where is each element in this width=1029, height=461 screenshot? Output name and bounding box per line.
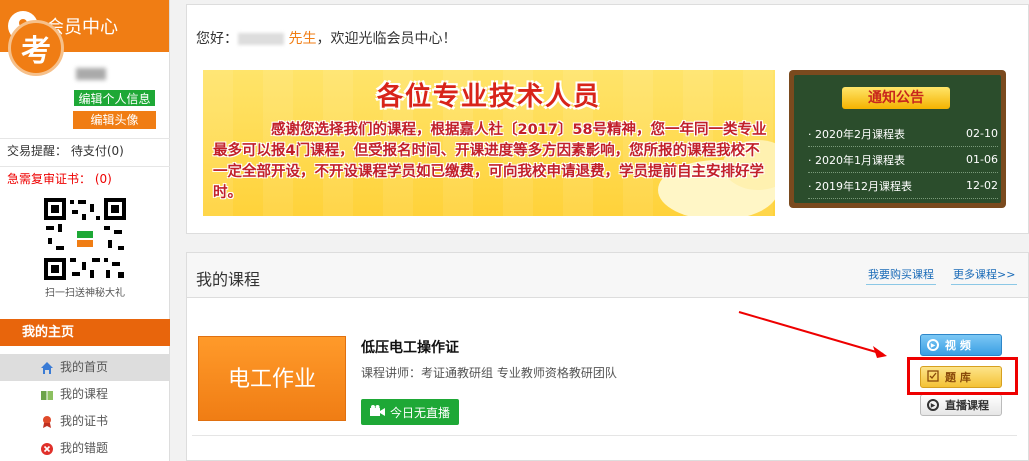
nav-label: 我的首页 <box>60 360 109 374</box>
trade-reminder[interactable]: 交易提醒： 待支付(0) <box>0 138 170 162</box>
more-courses-link[interactable]: 更多课程>> <box>951 266 1018 285</box>
notice-item[interactable]: · 2020年2月课程表 02-10 <box>808 121 998 147</box>
badge-icon <box>40 415 54 429</box>
greeting-title: 先生 <box>288 31 317 47</box>
nav-my-certificates[interactable]: 我的证书 <box>0 408 170 435</box>
book-icon <box>40 388 54 402</box>
my-home-section: 我的主页 <box>0 319 170 346</box>
pointer-arrow-icon <box>738 311 887 358</box>
play-icon: ▶ <box>927 399 939 411</box>
edit-avatar-button[interactable]: 编辑头像 <box>73 111 156 129</box>
notice-label: · 2020年2月课程表 <box>808 127 905 141</box>
announcement-banner: 各位专业技术人员 感谢您选择我们的课程，根据嘉人社〔2017〕58号精神，您一年… <box>203 70 775 216</box>
live-course-button[interactable]: ▶ 直播课程 <box>920 394 1002 416</box>
qr-caption: 扫一扫送神秘大礼 <box>45 288 125 299</box>
qr-code <box>42 196 128 282</box>
notice-board: 通知公告 · 2020年2月课程表 02-10 · 2020年1月课程表 01-… <box>789 70 1006 208</box>
x-circle-icon <box>40 442 54 456</box>
banner-text: 感谢您选择我们的课程，根据嘉人社〔2017〕58号精神，您一年同一类专业最多可以… <box>213 122 767 201</box>
greeting: 您好： 先生，欢迎光临会员中心！ <box>196 28 456 48</box>
play-icon: ▶ <box>927 339 939 351</box>
notice-label: · 2020年1月课程表 <box>808 153 905 167</box>
video-button[interactable]: ▶ 视 频 <box>920 334 1002 356</box>
notice-item[interactable]: · 2020年1月课程表 01-06 <box>808 147 998 173</box>
home-icon <box>40 361 54 375</box>
buy-course-link[interactable]: 我要购买课程 <box>866 266 936 285</box>
course-thumbnail[interactable]: 电工作业 <box>198 336 346 421</box>
notice-date: 01-06 <box>966 153 998 166</box>
nav-my-mistakes[interactable]: 我的错题 <box>0 435 170 461</box>
notice-item[interactable]: · 2019年12月课程表 12-02 <box>808 173 998 199</box>
username-blurred <box>76 68 106 80</box>
camera-icon <box>369 404 386 420</box>
nav-label: 我的证书 <box>60 414 109 428</box>
courses-title: 我的课程 <box>196 270 261 289</box>
course-teacher: 课程讲师：考证通教研组 专业教师资格教研团队 <box>361 366 617 380</box>
sidebar: 会员中心 考 编辑个人信息 编辑头像 交易提醒： 待支付(0) 急需复审证书： … <box>0 0 170 461</box>
avatar[interactable]: 考 <box>8 20 64 76</box>
urgent-review-certs[interactable]: 急需复审证书： (0) <box>0 166 170 190</box>
notice-label: · 2019年12月课程表 <box>808 179 912 193</box>
greeting-welcome: ，欢迎光临会员中心！ <box>316 31 457 47</box>
username-blurred <box>238 33 284 45</box>
notice-date: 12-02 <box>966 179 998 192</box>
live-label: 今日无直播 <box>389 405 450 420</box>
notice-date: 02-10 <box>966 127 998 140</box>
live-course-label: 直播课程 <box>945 399 989 412</box>
video-label: 视 频 <box>945 339 971 352</box>
banner-title: 各位专业技术人员 <box>376 82 601 112</box>
nav-my-home[interactable]: 我的首页 <box>0 354 170 381</box>
edit-profile-button[interactable]: 编辑个人信息 <box>73 89 156 107</box>
notice-board-title: 通知公告 <box>842 87 950 109</box>
nav-label: 我的错题 <box>60 441 109 455</box>
greeting-prefix: 您好： <box>196 31 238 47</box>
course-name[interactable]: 低压电工操作证 <box>361 337 459 357</box>
no-live-today-button[interactable]: 今日无直播 <box>361 399 459 425</box>
highlight-box <box>907 357 1018 395</box>
nav-label: 我的课程 <box>60 387 109 401</box>
nav-my-courses[interactable]: 我的课程 <box>0 381 170 408</box>
